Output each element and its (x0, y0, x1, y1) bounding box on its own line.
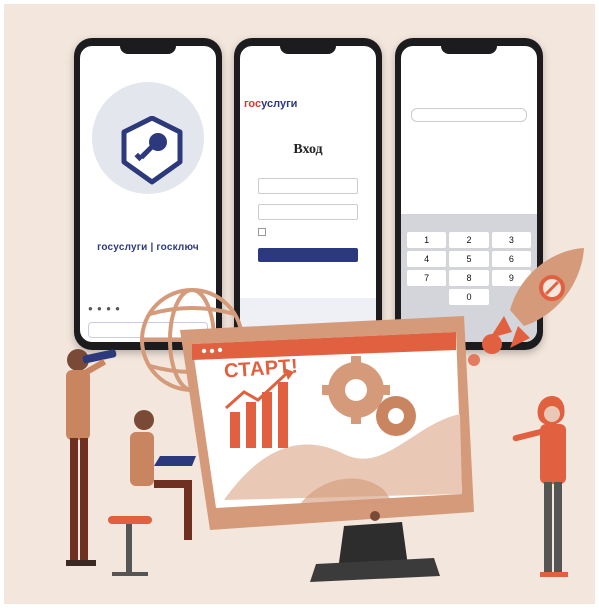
woman-presenting (512, 396, 568, 577)
illustration-artwork (66, 248, 584, 582)
phone-notch (441, 44, 497, 54)
monitor (180, 316, 474, 582)
rocket-icon (468, 248, 584, 366)
man-with-laptop (108, 410, 196, 576)
phone-notch (280, 44, 336, 54)
illustration-canvas: госуслуги | госключ ● ● ● ● госуслуги Вх… (4, 4, 595, 604)
man-with-telescope (66, 349, 117, 566)
image-frame: госуслуги | госключ ● ● ● ● госуслуги Вх… (0, 0, 599, 608)
phone-notch (120, 44, 176, 54)
